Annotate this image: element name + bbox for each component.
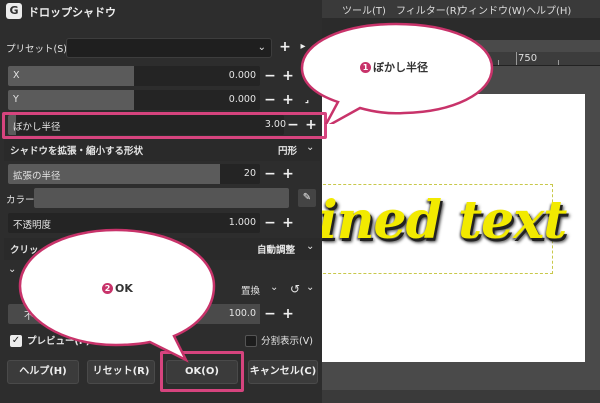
callout-one-text: ぼかし半径 [373, 61, 428, 74]
grow-shape-combo[interactable]: シャドウを拡張・縮小する形状 円形 ⌄ [4, 139, 320, 161]
preset-label: プリセット(S): [6, 44, 71, 55]
x-label: X [13, 70, 20, 81]
gimp-app-icon: G [6, 3, 22, 19]
preset-combo[interactable]: ⌄ [66, 38, 272, 58]
badge-one: 1 [360, 62, 371, 73]
grow-radius-value: 20 [243, 168, 256, 179]
title-bar: G ドロップシャドウ [0, 0, 322, 22]
menu-windows[interactable]: ウィンドウ(W) [458, 2, 526, 17]
opacity-plus-button[interactable]: + [281, 215, 295, 231]
chevron-down-icon: ⌄ [306, 241, 315, 252]
menu-tools[interactable]: ツール(T) [342, 2, 386, 17]
y-label: Y [13, 94, 19, 105]
grow-shape-label: シャドウを拡張・縮小する形状 [10, 146, 144, 157]
grow-radius-slider[interactable]: 拡張の半径 20 [8, 164, 260, 184]
color-swatch[interactable] [34, 188, 289, 208]
menu-filters[interactable]: フィルター(R) [396, 2, 461, 17]
badge-two: 2 [102, 283, 113, 294]
grow-radius-plus-button[interactable]: + [281, 166, 295, 182]
x-plus-button[interactable]: + [281, 68, 295, 84]
split-view-checkbox[interactable] [245, 335, 257, 347]
y-minus-button[interactable]: − [263, 92, 277, 108]
y-value: 0.000 [228, 94, 256, 105]
x-slider[interactable]: X 0.000 [8, 66, 260, 86]
blend-mode-value[interactable]: 置換 [241, 283, 260, 297]
x-minus-button[interactable]: − [263, 68, 277, 84]
color-label: カラー [6, 195, 35, 206]
y-slider[interactable]: Y 0.000 [8, 90, 260, 110]
y-plus-button[interactable]: + [281, 92, 295, 108]
blur-radius-highlight [2, 112, 327, 139]
y-slider-fill [8, 90, 134, 110]
add-preset-button[interactable]: + [278, 39, 292, 55]
canvas-text: ined text [318, 190, 567, 251]
clipping-value: 自動調整 [257, 245, 296, 256]
blend-opacity-value: 100.0 [228, 308, 256, 319]
blend-opacity-plus-button[interactable]: + [281, 306, 295, 322]
opacity-value: 1.000 [228, 217, 256, 228]
chevron-down-icon: ⌄ [306, 142, 315, 153]
menu-help[interactable]: ヘルプ(H) [526, 2, 571, 17]
chevron-down-icon: ⌄ [306, 282, 315, 293]
blend-opacity-minus-button[interactable]: − [263, 306, 277, 322]
speech-bubble-icon [18, 228, 216, 363]
grow-radius-minus-button[interactable]: − [263, 166, 277, 182]
status-bar [318, 390, 600, 403]
callout-blur-radius: 1 ぼかし半径 [294, 18, 498, 132]
split-view-label: 分割表示(V) [261, 336, 313, 347]
cancel-button[interactable]: キャンセル(C) [248, 360, 318, 384]
callout-ok: 2 OK [16, 226, 228, 366]
callout-two-text: OK [115, 282, 133, 295]
grow-radius-label: 拡張の半径 [13, 171, 61, 182]
x-slider-fill [8, 66, 134, 86]
reset-mode-icon[interactable]: ↺ [290, 282, 300, 296]
chevron-down-icon: ⌄ [257, 42, 266, 53]
chevron-down-icon: ⌄ [270, 282, 279, 293]
dialog-title: ドロップシャドウ [28, 6, 116, 19]
x-value: 0.000 [228, 70, 256, 81]
grow-shape-value: 円形 [278, 146, 298, 157]
ruler-label: 750 [518, 53, 538, 64]
opacity-minus-button[interactable]: − [263, 215, 277, 231]
eyedropper-icon[interactable]: ✎ [298, 189, 316, 207]
